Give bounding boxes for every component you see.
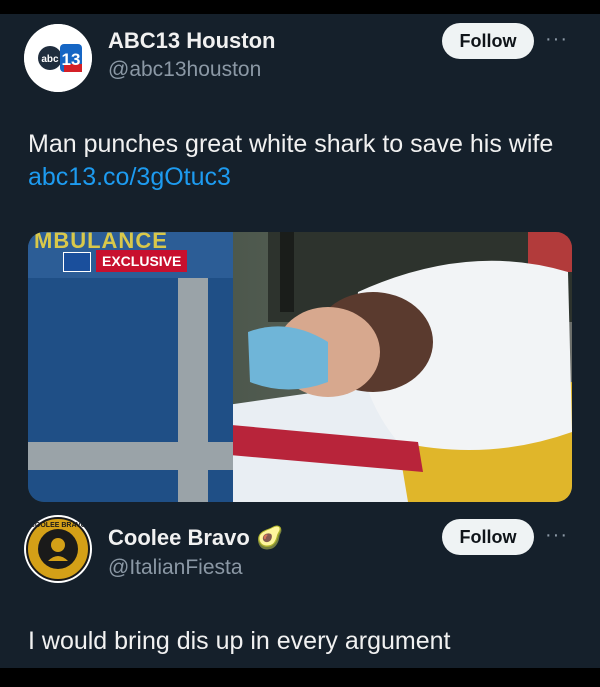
follow-button[interactable]: Follow xyxy=(442,23,534,59)
more-options-icon[interactable]: ··· xyxy=(545,28,568,51)
bottom-edge-bar xyxy=(0,668,600,687)
display-name[interactable]: Coolee Bravo 🥑 xyxy=(108,525,283,551)
news-photo xyxy=(28,232,572,502)
channel-nine-logo-icon xyxy=(63,252,91,272)
thirteen-wordmark: 13 xyxy=(62,50,81,69)
user-handle[interactable]: @ItalianFiesta xyxy=(108,556,243,580)
abc13-logo-icon: abc 13 xyxy=(24,24,92,92)
top-edge-bar xyxy=(0,0,600,14)
tweet-body: Man punches great white shark to save hi… xyxy=(28,130,554,158)
seal-ring-text: COOLEE BRAVO xyxy=(30,522,87,529)
tweet-text: I would bring dis up in every argument xyxy=(28,627,451,655)
tweet-text: Man punches great white shark to save hi… xyxy=(28,128,568,194)
exclusive-badge: EXCLUSIVE xyxy=(96,250,188,272)
user-handle[interactable]: @abc13houston xyxy=(108,58,261,82)
abc-wordmark: abc xyxy=(41,54,59,65)
follow-button[interactable]: Follow xyxy=(442,519,534,555)
avatar-coolee-bravo[interactable]: COOLEE BRAVO xyxy=(24,515,92,583)
avatar-abc13[interactable]: abc 13 xyxy=(24,24,92,92)
tweet-media-image[interactable]: MBULANCE EXCLUSIVE xyxy=(28,232,572,502)
more-options-icon[interactable]: ··· xyxy=(545,524,568,547)
display-name[interactable]: ABC13 Houston xyxy=(108,28,275,54)
coolee-bravo-seal-icon: COOLEE BRAVO xyxy=(25,516,91,582)
display-name-text: Coolee Bravo xyxy=(108,525,250,550)
avocado-emoji-icon: 🥑 xyxy=(255,525,284,550)
tweet-link[interactable]: abc13.co/3gOtuc3 xyxy=(28,163,231,191)
